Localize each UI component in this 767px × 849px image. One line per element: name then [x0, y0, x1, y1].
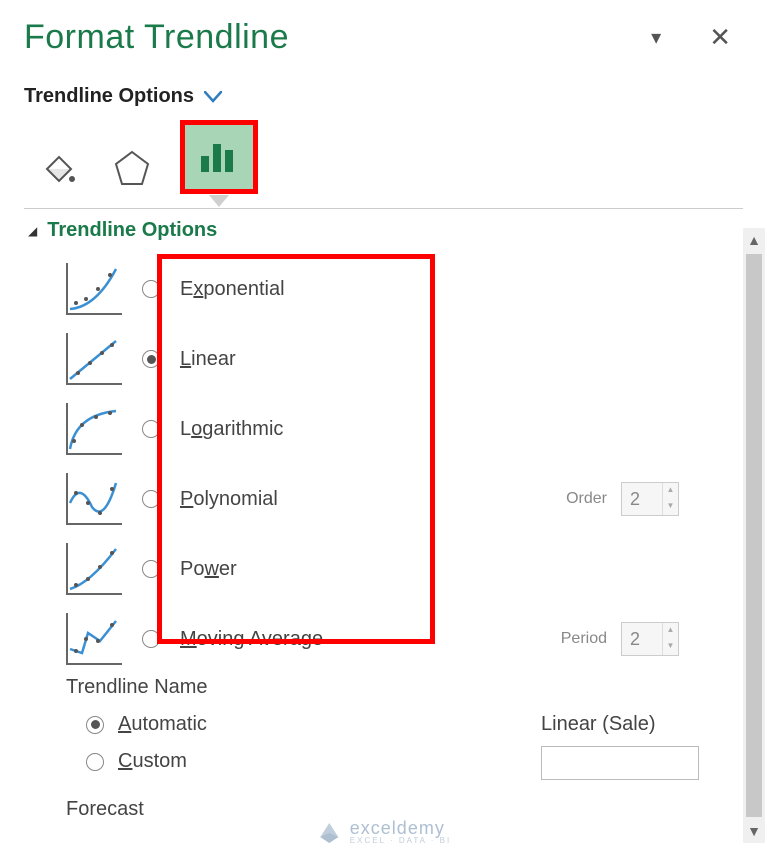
- trendline-options-tab[interactable]: [180, 120, 258, 194]
- pane-title: Format Trendline: [24, 18, 289, 57]
- name-custom-row[interactable]: Custom: [86, 750, 541, 773]
- chevron-down-icon: [204, 91, 222, 103]
- label-exponential: Exponential: [180, 278, 285, 301]
- scroll-up-icon[interactable]: ▲: [743, 228, 765, 252]
- scrollbar[interactable]: ▲ ▼: [743, 228, 765, 843]
- period-spinner: 2 ▲▼: [621, 622, 679, 656]
- pentagon-icon: [112, 148, 152, 188]
- order-spinner: 2 ▲▼: [621, 482, 679, 516]
- label-power: Power: [180, 558, 237, 581]
- logarithmic-curve-icon: [66, 403, 122, 455]
- effects-tab[interactable]: [106, 142, 158, 194]
- automatic-name-value: Linear (Sale): [541, 713, 699, 736]
- radio-linear[interactable]: [142, 350, 160, 368]
- watermark-brand: exceldemy: [350, 818, 445, 838]
- order-value: 2: [622, 483, 662, 515]
- close-icon[interactable]: ✕: [709, 22, 731, 53]
- label-moving-average: Moving Average: [180, 628, 323, 651]
- option-polynomial[interactable]: Polynomial Order 2 ▲▼: [66, 468, 719, 530]
- collapse-triangle-icon: ◢: [28, 224, 37, 238]
- option-moving-average[interactable]: Moving Average Period 2 ▲▼: [66, 608, 719, 670]
- radio-exponential[interactable]: [142, 280, 160, 298]
- section-header[interactable]: ◢ Trendline Options: [28, 219, 719, 242]
- scroll-thumb[interactable]: [746, 254, 762, 817]
- divider: [24, 208, 743, 209]
- label-logarithmic: Logarithmic: [180, 418, 283, 441]
- pane-header: Format Trendline ▾ ✕: [24, 18, 743, 57]
- paint-bucket-icon: [37, 147, 79, 189]
- trendline-name-section: Trendline Name Automatic Custom Linear (…: [28, 676, 719, 780]
- option-power[interactable]: Power: [66, 538, 719, 600]
- options-dropdown[interactable]: Trendline Options: [24, 85, 743, 108]
- spin-up-icon: ▲: [663, 623, 678, 639]
- radio-power[interactable]: [142, 560, 160, 578]
- watermark-logo-icon: [316, 819, 342, 845]
- radio-moving-average[interactable]: [142, 630, 160, 648]
- power-curve-icon: [66, 543, 122, 595]
- name-automatic-row[interactable]: Automatic: [86, 713, 541, 736]
- watermark-sub: EXCEL · DATA · BI: [350, 837, 451, 845]
- radio-custom[interactable]: [86, 753, 104, 771]
- options-dropdown-label: Trendline Options: [24, 85, 194, 108]
- period-label: Period: [561, 630, 607, 648]
- fill-line-tab[interactable]: [32, 142, 84, 194]
- radio-polynomial[interactable]: [142, 490, 160, 508]
- custom-name-input[interactable]: [541, 746, 699, 780]
- order-label: Order: [566, 490, 607, 508]
- scroll-down-icon[interactable]: ▼: [743, 819, 765, 843]
- exponential-curve-icon: [66, 263, 122, 315]
- label-custom: Custom: [118, 750, 187, 773]
- radio-automatic[interactable]: [86, 716, 104, 734]
- category-tabs: [24, 122, 743, 194]
- spin-down-icon: ▼: [663, 499, 678, 515]
- label-polynomial: Polynomial: [180, 488, 278, 511]
- period-value: 2: [622, 623, 662, 655]
- task-pane-options-icon[interactable]: ▾: [651, 25, 661, 50]
- label-automatic: Automatic: [118, 713, 207, 736]
- moving-average-curve-icon: [66, 613, 122, 665]
- trendline-type-options: Exponential Linear Logarithmic: [28, 258, 719, 670]
- option-exponential[interactable]: Exponential: [66, 258, 719, 320]
- option-linear[interactable]: Linear: [66, 328, 719, 390]
- option-logarithmic[interactable]: Logarithmic: [66, 398, 719, 460]
- spin-down-icon: ▼: [663, 639, 678, 655]
- linear-curve-icon: [66, 333, 122, 385]
- trendline-name-label: Trendline Name: [66, 676, 719, 699]
- label-linear: Linear: [180, 348, 236, 371]
- bar-chart-icon: [197, 138, 241, 176]
- section-title: Trendline Options: [47, 219, 217, 242]
- radio-logarithmic[interactable]: [142, 420, 160, 438]
- polynomial-curve-icon: [66, 473, 122, 525]
- watermark: exceldemy EXCEL · DATA · BI: [316, 819, 451, 845]
- spin-up-icon: ▲: [663, 483, 678, 499]
